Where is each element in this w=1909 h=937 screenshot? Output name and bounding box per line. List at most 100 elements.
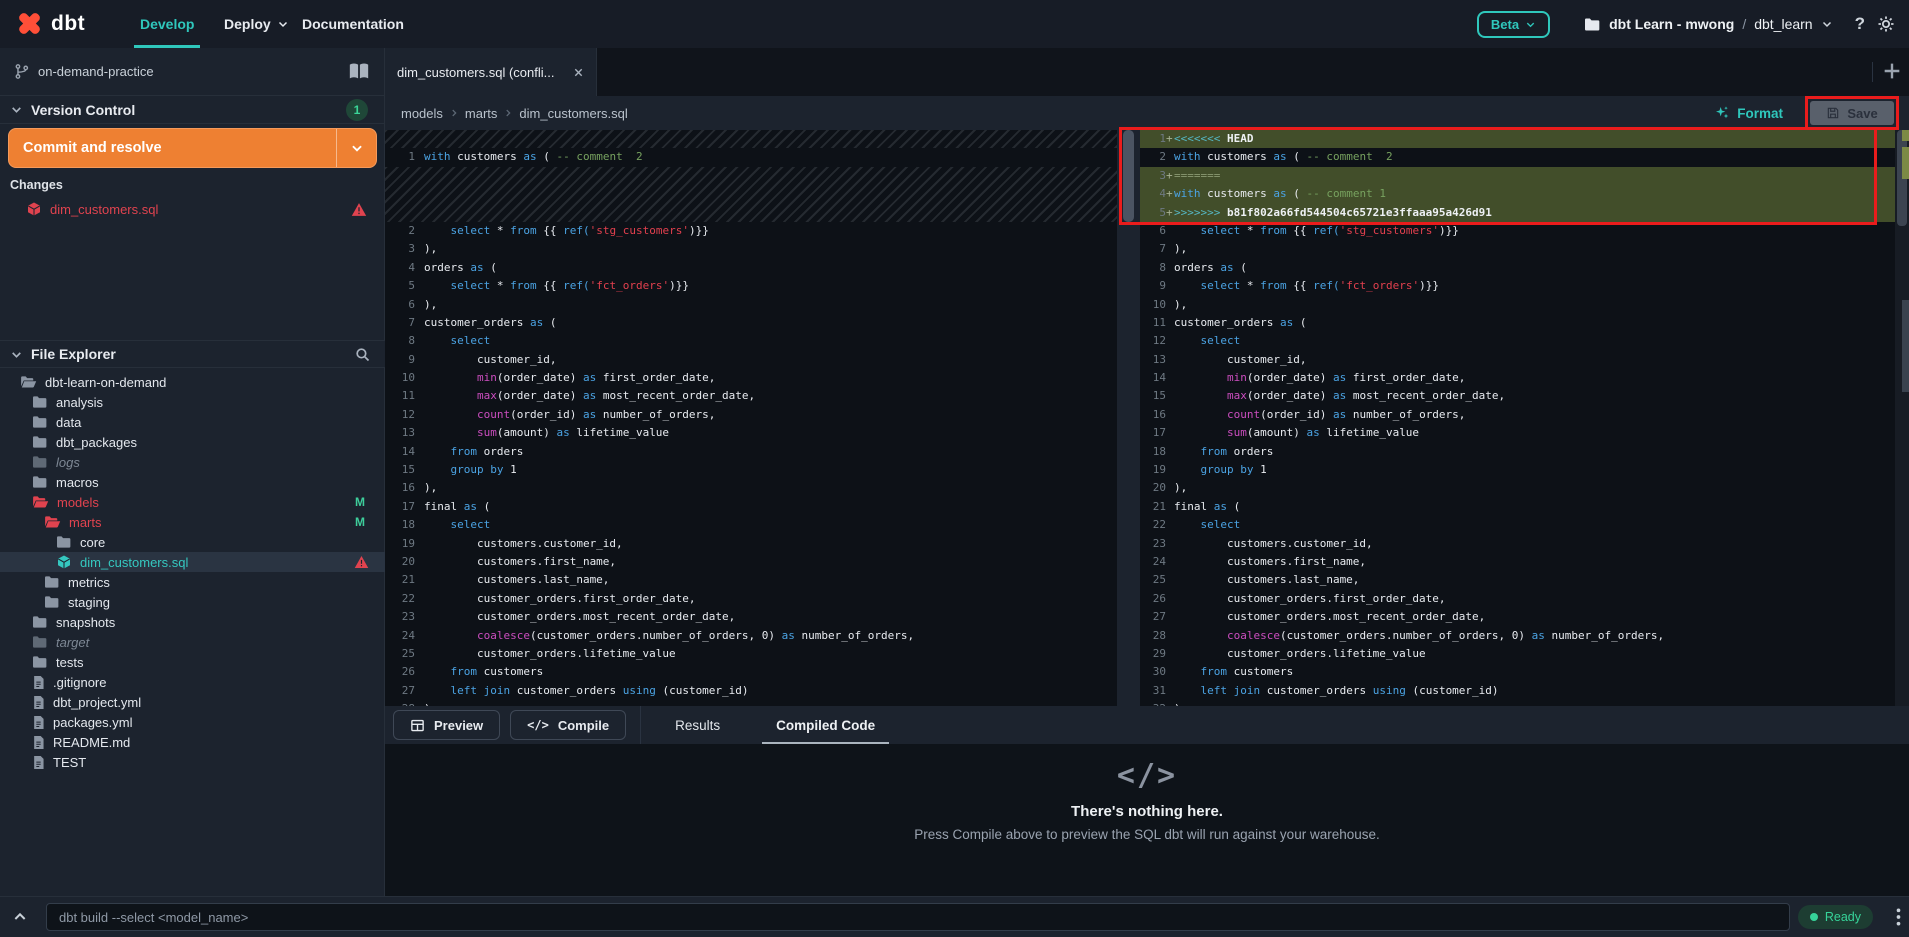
tab-results[interactable]: Results xyxy=(671,706,724,744)
dbt-logo[interactable]: dbt xyxy=(16,10,85,37)
branch-name[interactable]: on-demand-practice xyxy=(38,64,154,79)
code-line[interactable]: 16 count(order_id) as number_of_orders, xyxy=(1140,406,1895,424)
version-control-header[interactable]: Version Control 1 xyxy=(0,96,384,124)
code-line[interactable]: 22 customer_orders.first_order_date, xyxy=(385,590,1117,608)
new-tab-plus-icon[interactable] xyxy=(1881,60,1905,84)
compile-button[interactable]: </> Compile xyxy=(510,710,626,740)
file-tree-item[interactable]: data xyxy=(0,412,385,432)
chevron-up-icon[interactable] xyxy=(12,909,28,925)
code-line[interactable]: 29 customer_orders.lifetime_value xyxy=(1140,645,1895,663)
file-tree-item[interactable]: dbt_project.yml xyxy=(0,692,385,712)
file-tree-item[interactable]: target xyxy=(0,632,385,652)
code-line[interactable]: 8 orders as ( xyxy=(1140,259,1895,277)
file-tree-item[interactable]: dbt_packages xyxy=(0,432,385,452)
code-line[interactable]: 20 ), xyxy=(1140,479,1895,497)
kebab-menu-icon[interactable] xyxy=(1896,907,1901,927)
file-tree-item[interactable]: modelsM xyxy=(0,492,385,512)
file-tree-item[interactable]: dbt-learn-on-demand xyxy=(0,372,385,392)
file-tree-item[interactable]: logs xyxy=(0,452,385,472)
search-icon[interactable] xyxy=(354,346,371,363)
file-tree-item[interactable]: tests xyxy=(0,652,385,672)
code-line[interactable]: 1+<<<<<<< HEAD xyxy=(1140,130,1895,148)
code-line[interactable]: 5+>>>>>>> b81f802a66fd544504c65721e3ffaa… xyxy=(1140,204,1895,222)
commit-and-resolve-button[interactable]: Commit and resolve xyxy=(8,128,377,168)
breadcrumb-item[interactable]: marts xyxy=(465,106,498,121)
code-line[interactable]: 13 customer_id, xyxy=(1140,351,1895,369)
code-line[interactable]: 25 customers.last_name, xyxy=(1140,571,1895,589)
code-line[interactable]: 21 customers.last_name, xyxy=(385,571,1117,589)
code-line[interactable]: 8 select xyxy=(385,332,1117,350)
file-tree-item[interactable]: README.md xyxy=(0,732,385,752)
changed-file-row[interactable]: dim_customers.sql xyxy=(0,196,385,222)
code-line[interactable]: 16), xyxy=(385,479,1117,497)
file-tree-item[interactable]: core xyxy=(0,532,385,552)
code-line[interactable]: 9 select * from {{ ref('fct_orders')}} xyxy=(1140,277,1895,295)
file-tree-item[interactable]: TEST xyxy=(0,752,385,772)
code-line[interactable]: 27 left join customer_orders using (cust… xyxy=(385,682,1117,700)
code-line[interactable]: 24 coalesce(customer_orders.number_of_or… xyxy=(385,627,1117,645)
file-tree-item[interactable]: analysis xyxy=(0,392,385,412)
code-line[interactable]: 1with customers as ( -- comment 2 xyxy=(385,148,1117,166)
code-line[interactable]: 7customer_orders as ( xyxy=(385,314,1117,332)
command-input[interactable] xyxy=(46,903,1790,931)
code-line[interactable]: 19 customers.customer_id, xyxy=(385,535,1117,553)
code-line[interactable]: 24 customers.first_name, xyxy=(1140,553,1895,571)
code-line[interactable]: 23 customers.customer_id, xyxy=(1140,535,1895,553)
editor-pane-right[interactable]: 1+<<<<<<< HEAD2 with customers as ( -- c… xyxy=(1140,130,1895,706)
help-icon[interactable]: ? xyxy=(1855,14,1865,34)
format-button[interactable]: Format xyxy=(1714,105,1783,121)
code-line[interactable]: 12 select xyxy=(1140,332,1895,350)
file-tree-item[interactable]: macros xyxy=(0,472,385,492)
close-icon[interactable] xyxy=(573,67,584,78)
code-line[interactable]: 15 group by 1 xyxy=(385,461,1117,479)
file-tree-item[interactable]: metrics xyxy=(0,572,385,592)
nav-tab-develop[interactable]: Develop xyxy=(140,0,194,48)
commit-dropdown[interactable] xyxy=(336,129,376,167)
code-line[interactable]: 4+with customers as ( -- comment 1 xyxy=(1140,185,1895,203)
file-tree-item[interactable]: snapshots xyxy=(0,612,385,632)
code-line[interactable]: 6 select * from {{ ref('stg_customers')}… xyxy=(1140,222,1895,240)
code-line[interactable]: 14 min(order_date) as first_order_date, xyxy=(1140,369,1895,387)
status-badge[interactable]: Ready xyxy=(1798,905,1873,929)
editor-pane-left[interactable]: 1with customers as ( -- comment 2 2 selec… xyxy=(385,130,1117,706)
code-line[interactable]: 19 group by 1 xyxy=(1140,461,1895,479)
code-line[interactable]: 30 from customers xyxy=(1140,663,1895,681)
code-line[interactable]: 9 customer_id, xyxy=(385,351,1117,369)
file-explorer-header[interactable]: File Explorer xyxy=(0,340,385,368)
code-line[interactable]: 14 from orders xyxy=(385,443,1117,461)
code-line[interactable]: 22 select xyxy=(1140,516,1895,534)
breadcrumb-item[interactable]: dim_customers.sql xyxy=(519,106,627,121)
code-line[interactable]: 20 customers.first_name, xyxy=(385,553,1117,571)
code-line[interactable]: 2 with customers as ( -- comment 2 xyxy=(1140,148,1895,166)
code-line[interactable]: 26 customer_orders.first_order_date, xyxy=(1140,590,1895,608)
preview-button[interactable]: Preview xyxy=(393,710,500,740)
code-line[interactable]: 31 left join customer_orders using (cust… xyxy=(1140,682,1895,700)
code-line[interactable]: 6), xyxy=(385,296,1117,314)
code-line[interactable]: 23 customer_orders.most_recent_order_dat… xyxy=(385,608,1117,626)
project-switcher[interactable]: dbt Learn - mwong / dbt_learn xyxy=(1584,16,1833,32)
code-line[interactable]: 18 from orders xyxy=(1140,443,1895,461)
file-tree-item[interactable]: staging xyxy=(0,592,385,612)
code-line[interactable]: 10 ), xyxy=(1140,296,1895,314)
code-line[interactable]: 28 coalesce(customer_orders.number_of_or… xyxy=(1140,627,1895,645)
file-tree-item[interactable]: dim_customers.sql xyxy=(0,552,385,572)
code-line[interactable]: 17 sum(amount) as lifetime_value xyxy=(1140,424,1895,442)
file-tree-item[interactable]: packages.yml xyxy=(0,712,385,732)
code-line[interactable]: 21 final as ( xyxy=(1140,498,1895,516)
code-line[interactable]: 5 select * from {{ ref('fct_orders')}} xyxy=(385,277,1117,295)
code-line[interactable]: 26 from customers xyxy=(385,663,1117,681)
code-line[interactable]: 2 select * from {{ ref('stg_customers')}… xyxy=(385,222,1117,240)
code-line[interactable]: 4orders as ( xyxy=(385,259,1117,277)
code-line[interactable]: 11 customer_orders as ( xyxy=(1140,314,1895,332)
file-tree-item[interactable]: martsM xyxy=(0,512,385,532)
pane-divider[interactable] xyxy=(1117,130,1140,706)
save-button[interactable]: Save xyxy=(1810,101,1894,125)
file-tree-item[interactable]: .gitignore xyxy=(0,672,385,692)
nav-tab-documentation[interactable]: Documentation xyxy=(302,0,404,48)
gear-icon[interactable] xyxy=(1877,15,1895,33)
right-scrollbar[interactable] xyxy=(1895,130,1909,706)
code-line[interactable]: 7 ), xyxy=(1140,240,1895,258)
beta-dropdown[interactable]: Beta xyxy=(1477,11,1550,38)
code-line[interactable]: 25 customer_orders.lifetime_value xyxy=(385,645,1117,663)
code-line[interactable]: 12 count(order_id) as number_of_orders, xyxy=(385,406,1117,424)
